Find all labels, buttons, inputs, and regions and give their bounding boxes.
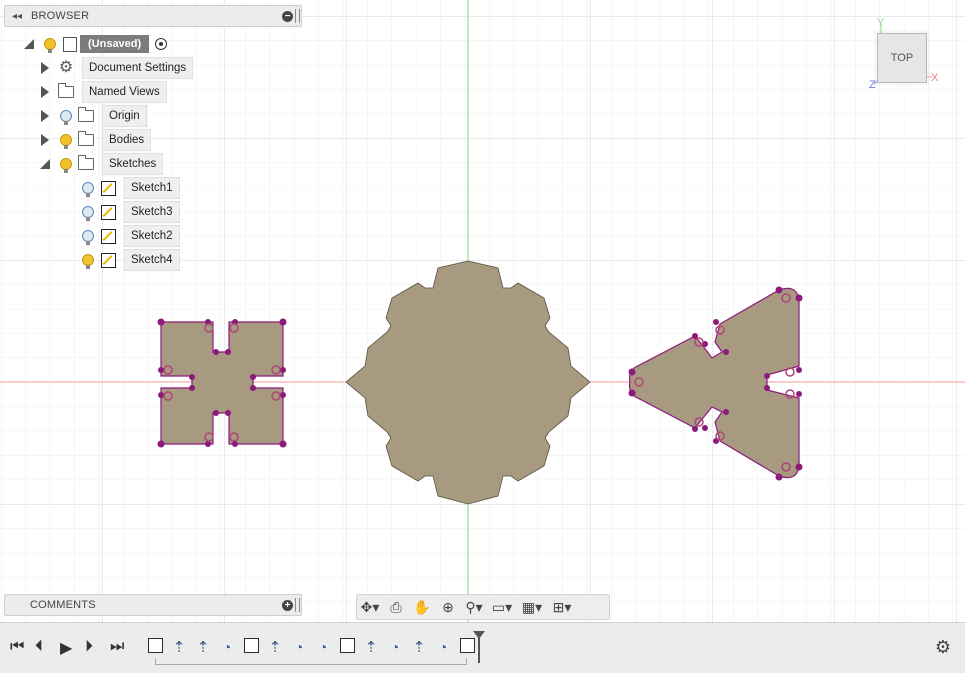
pan-icon[interactable]: ✋ (409, 597, 435, 617)
lightbulb-on-icon[interactable] (56, 130, 76, 150)
step-forward-icon[interactable]: ⏵ (85, 638, 93, 656)
timeline-fillet-icon[interactable]: ◔ (290, 638, 308, 656)
tree-item-label: Sketches (102, 153, 164, 175)
lightbulb-off-icon[interactable] (78, 226, 98, 246)
orbit-icon[interactable]: ✥▾ (357, 597, 383, 617)
timeline-group-bracket (155, 658, 467, 665)
browser-panel-header[interactable]: ◂◂ BROWSER − (4, 5, 302, 27)
comments-title: COMMENTS (30, 599, 96, 611)
tree-item-bodies[interactable]: Bodies (34, 129, 152, 151)
sketch-icon (98, 226, 118, 246)
folder-icon (76, 106, 96, 126)
activate-icon[interactable] (155, 38, 168, 50)
gear-icon: ⚙ (58, 59, 74, 76)
sketch-icon (98, 178, 118, 198)
go-to-start-icon[interactable]: ⏮ (10, 638, 24, 656)
viewports-icon[interactable]: ⊞▾ (547, 597, 577, 617)
tree-item-label: Origin (102, 105, 147, 127)
tree-item-label: Sketch3 (124, 201, 180, 223)
tree-root[interactable]: (Unsaved) (18, 33, 168, 55)
tree-item-label: Bodies (102, 129, 152, 151)
collapse-panel-icon[interactable]: ◂◂ (9, 11, 25, 22)
tree-item-label: Document Settings (82, 57, 194, 79)
timeline-settings-gear-icon[interactable]: ⚙ (935, 637, 951, 658)
document-icon (60, 34, 80, 54)
timeline-sketch-icon[interactable] (148, 638, 163, 653)
timeline-fillet-icon[interactable]: ◔ (218, 638, 236, 656)
folder-icon (76, 154, 96, 174)
play-icon[interactable]: ▶ (60, 638, 72, 658)
browser-title: BROWSER (31, 10, 90, 22)
timeline-fillet-icon[interactable]: ◔ (434, 638, 452, 656)
lightbulb-on-icon[interactable] (78, 250, 98, 270)
viewcube-face-label: TOP (890, 52, 914, 64)
tree-item-sketch3[interactable]: Sketch3 (78, 201, 180, 223)
timeline-extrude-icon[interactable]: ⇡ (194, 638, 212, 656)
expand-icon[interactable] (34, 86, 56, 98)
expand-icon[interactable] (34, 110, 56, 122)
timeline-sketch-icon[interactable] (244, 638, 259, 653)
lightbulb-on-icon[interactable] (40, 34, 60, 54)
timeline-fillet-icon[interactable]: ◔ (386, 638, 404, 656)
timeline-bar: ⏮ ⏴ ▶ ⏵ ⏭ ⇡ ⇡ ◔ ⇡ ◔ ◔ ⇡ ◔ ⇡ ◔ ⚙ (0, 622, 965, 673)
expand-icon[interactable] (34, 134, 56, 146)
timeline-marker-handle-icon[interactable] (473, 631, 485, 639)
axis-label-y: Y (877, 17, 885, 29)
minimize-panel-icon[interactable]: − (282, 11, 293, 22)
timeline-fillet-icon[interactable]: ◔ (314, 638, 332, 656)
folder-icon (56, 82, 76, 102)
timeline-extrude-icon[interactable]: ⇡ (170, 638, 188, 656)
timeline-extrude-icon[interactable]: ⇡ (362, 638, 380, 656)
folder-icon (76, 130, 96, 150)
look-at-icon[interactable]: ⎙ (383, 597, 409, 617)
timeline-sketch-icon[interactable] (340, 638, 355, 653)
tree-item-label: Sketch2 (124, 225, 180, 247)
lightbulb-on-icon[interactable] (56, 154, 76, 174)
viewcube[interactable]: TOP (877, 33, 927, 83)
tree-item-sketches[interactable]: Sketches (34, 153, 164, 175)
tree-item-named-views[interactable]: Named Views (34, 81, 167, 103)
tree-item-document-settings[interactable]: ⚙ Document Settings (34, 57, 194, 79)
tree-item-sketch2[interactable]: Sketch2 (78, 225, 180, 247)
tree-item-origin[interactable]: Origin (34, 105, 147, 127)
tree-item-label: Sketch4 (124, 249, 180, 271)
timeline-extrude-icon[interactable]: ⇡ (410, 638, 428, 656)
panel-grip-icon[interactable] (295, 9, 300, 23)
zoom-icon[interactable]: ⊕ (435, 597, 461, 617)
go-to-end-icon[interactable]: ⏭ (110, 638, 124, 656)
collapse-icon[interactable] (34, 159, 56, 169)
zoom-window-icon[interactable]: ⚲▾ (461, 597, 487, 617)
grid-settings-icon[interactable]: ▦▾ (517, 597, 547, 617)
panel-grip-icon[interactable] (295, 598, 300, 612)
tree-item-sketch1[interactable]: Sketch1 (78, 177, 180, 199)
navigation-toolbar: ✥▾ ⎙ ✋ ⊕ ⚲▾ ▭▾ ▦▾ ⊞▾ (356, 594, 610, 620)
lightbulb-off-icon[interactable] (78, 202, 98, 222)
tree-item-label: Sketch1 (124, 177, 180, 199)
collapse-root-icon[interactable] (18, 39, 40, 49)
lightbulb-off-icon[interactable] (78, 178, 98, 198)
sketch-icon (98, 202, 118, 222)
timeline-extrude-icon[interactable]: ⇡ (266, 638, 284, 656)
comments-panel-header[interactable]: COMMENTS + (4, 594, 302, 616)
add-comment-icon[interactable]: + (282, 600, 293, 611)
axis-label-x: X (931, 72, 939, 84)
tree-item-label: Named Views (82, 81, 167, 103)
timeline-sketch-icon[interactable] (460, 638, 475, 653)
display-settings-icon[interactable]: ▭▾ (487, 597, 517, 617)
lightbulb-off-icon[interactable] (56, 106, 76, 126)
document-name[interactable]: (Unsaved) (80, 35, 150, 53)
tree-item-sketch4[interactable]: Sketch4 (78, 249, 180, 271)
axis-label-z: Z (869, 79, 876, 91)
step-back-icon[interactable]: ⏴ (35, 638, 43, 656)
expand-icon[interactable] (34, 62, 56, 74)
sketch-icon (98, 250, 118, 270)
